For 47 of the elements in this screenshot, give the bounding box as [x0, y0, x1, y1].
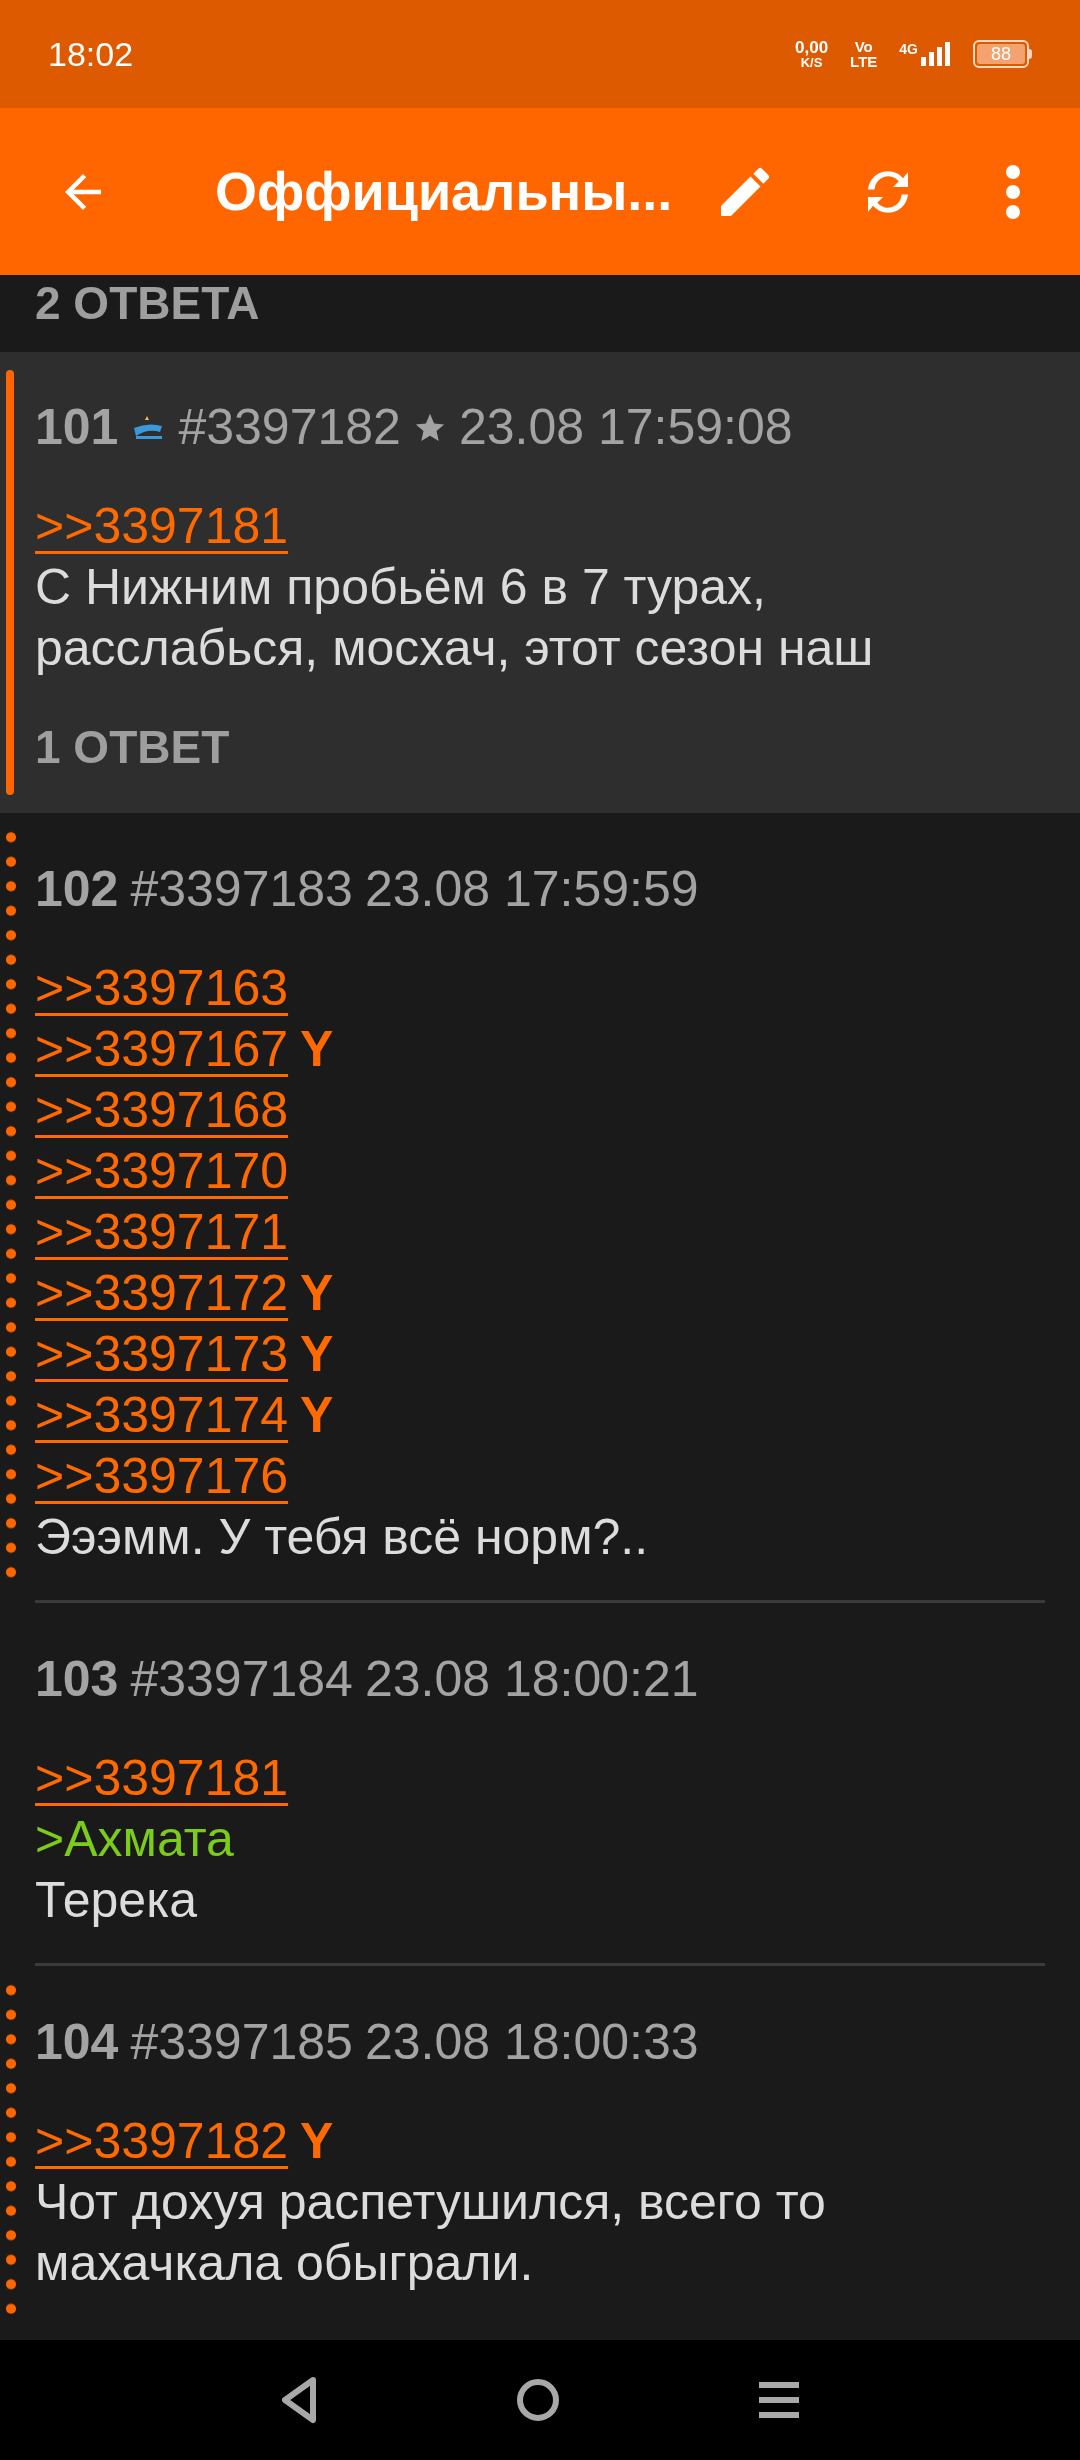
reply-link[interactable]: >>3397181 [35, 496, 289, 557]
reply-link[interactable]: >>3397182 [35, 2111, 289, 2172]
post-date: 23.08 18:00:21 [364, 1650, 699, 1709]
reply-link[interactable]: >>3397168 [35, 1080, 289, 1141]
post-text: Чот дохуя распетушился, всего то махачкала обыграли. [35, 2173, 827, 2293]
thread-title: Оффициальны... [215, 160, 674, 223]
network-speed: 0,00 [795, 39, 829, 56]
you-marker: Y [300, 1264, 334, 1323]
post-text: Эээмм. У тебя всё норм?.. [35, 1508, 650, 1567]
you-marker: Y [300, 1325, 334, 1384]
more-icon [1005, 163, 1021, 220]
post-date: 23.08 17:59:59 [364, 860, 699, 919]
reply-link[interactable]: >>3397173 [35, 1324, 289, 1385]
reply-link[interactable]: >>3397174 [35, 1385, 289, 1446]
post-number: 103 [35, 1650, 119, 1709]
reply-link[interactable]: >>3397170 [35, 1141, 289, 1202]
post-id: #3397184 [130, 1650, 353, 1709]
post-text: Терека [35, 1871, 198, 1930]
post-number: 102 [35, 860, 119, 919]
you-marker: Y [300, 1386, 334, 1445]
post-date: 23.08 17:59:08 [458, 398, 793, 457]
post-id: #3397183 [130, 860, 353, 919]
post-id: #3397182 [178, 398, 401, 457]
you-marker: Y [300, 2112, 334, 2171]
home-nav-icon[interactable] [516, 2378, 560, 2422]
post-number: 104 [35, 2013, 119, 2072]
volte-label: Vo [854, 39, 873, 54]
clock: 18:02 [48, 33, 134, 75]
signal-icon [921, 42, 951, 66]
post-number: 101 [35, 398, 119, 457]
you-marker: Y [300, 1020, 334, 1079]
reply-link[interactable]: >>3397167 [35, 1019, 289, 1080]
reply-link[interactable]: >>3397171 [35, 1202, 289, 1263]
post-date: 23.08 18:00:33 [364, 2013, 699, 2072]
post-text: С Нижним пробьём 6 в 7 турах, расслабься, мосхач, этот сезон наш [35, 558, 875, 678]
post-id: #3397185 [130, 2013, 353, 2072]
replies-count[interactable]: 1 ОТВЕТ [35, 717, 1045, 778]
battery-level: 88 [977, 44, 1025, 64]
speed-unit: K/S [800, 56, 823, 69]
reply-link[interactable]: >>3397172 [35, 1263, 289, 1324]
quote-text: >Ахмата [35, 1810, 235, 1869]
reply-link[interactable]: >>3397176 [35, 1446, 289, 1507]
volte-label: LTE [850, 54, 878, 69]
replies-count[interactable]: 2 ОТВЕТА [35, 277, 260, 329]
reply-link[interactable]: >>3397181 [35, 1748, 289, 1809]
network-type: 4G [899, 42, 918, 56]
reply-link[interactable]: >>3397163 [35, 958, 289, 1019]
